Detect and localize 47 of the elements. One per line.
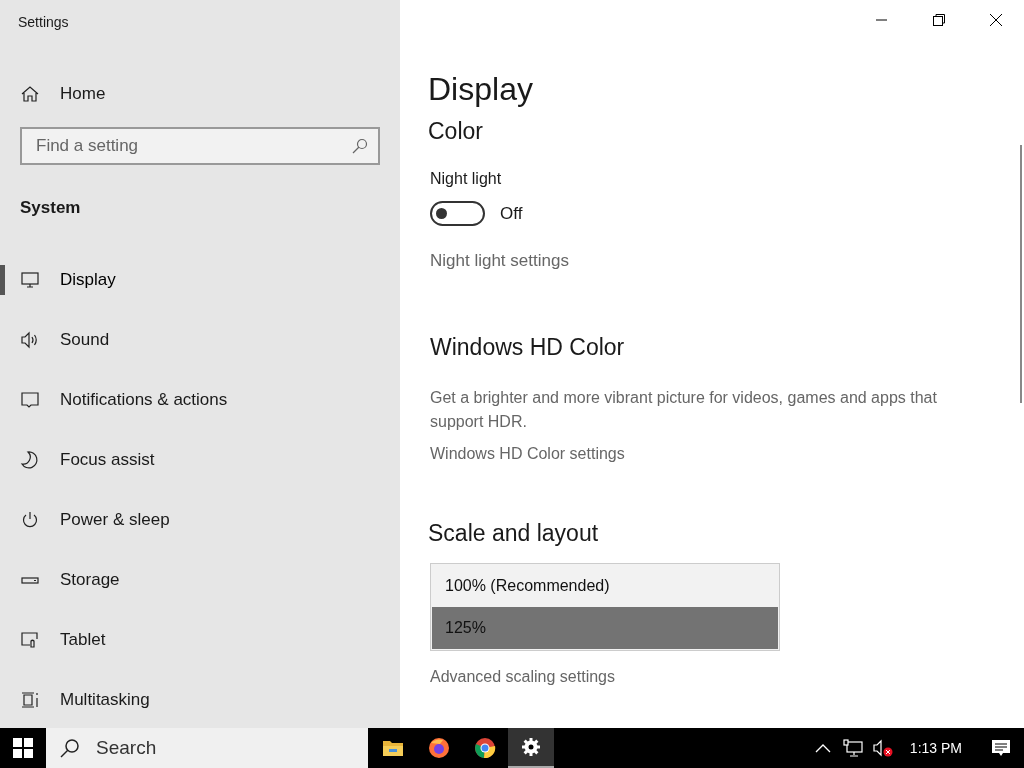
scrollbar[interactable] — [1020, 145, 1022, 403]
sidebar-item[interactable]: Notifications & actions — [20, 387, 228, 413]
restore-icon — [932, 14, 945, 26]
message-icon — [991, 738, 1011, 758]
dropdown-option[interactable]: 100% (Recommended) — [432, 564, 778, 607]
window-title: Settings — [18, 13, 69, 32]
browser-icon — [428, 737, 450, 759]
search-icon — [60, 738, 80, 758]
windows-logo-icon — [13, 738, 33, 758]
minimize-icon — [876, 19, 887, 21]
sidebar-item[interactable]: Sound — [20, 327, 110, 353]
search-field[interactable]: Find a setting — [20, 126, 380, 165]
dropdown-option[interactable]: 125% — [432, 606, 778, 649]
section-heading: Scale and layout — [428, 519, 599, 548]
section-heading: Color — [428, 117, 483, 146]
setting-label: Night light — [430, 168, 502, 189]
section-heading: Windows HD Color — [430, 332, 625, 362]
power-icon — [20, 510, 40, 530]
settings-link[interactable]: Advanced scaling settings — [430, 664, 615, 689]
gear-icon — [521, 737, 541, 757]
sidebar-item[interactable]: Power & sleep — [20, 507, 170, 533]
description: Get a brighter and more vibrant picture for videos, games and apps that support HDR. — [430, 388, 938, 432]
sidebar-item[interactable]: Tablet — [20, 627, 106, 653]
clock[interactable]: 1:13 PM — [897, 737, 974, 759]
settings-link[interactable]: Windows HD Color settings — [430, 442, 625, 466]
moon-icon — [20, 450, 40, 470]
sidebar-item[interactable]: Focus assist — [20, 447, 155, 473]
browser-icon — [474, 737, 496, 759]
taskbar-search[interactable]: Search — [46, 728, 368, 768]
sidebar-item[interactable]: Display — [20, 267, 116, 293]
toggle-switch[interactable] — [430, 200, 485, 226]
speaker-icon — [20, 330, 40, 350]
close-icon — [989, 14, 1002, 26]
section-heading: System — [20, 196, 81, 219]
sidebar-item[interactable]: Multitasking — [20, 687, 150, 713]
search-icon — [352, 137, 368, 154]
monitor-icon — [20, 270, 40, 290]
sidebar-item[interactable]: Storage — [20, 567, 120, 593]
home-link[interactable]: Home — [20, 81, 106, 107]
toggle-state: Off — [500, 202, 523, 225]
tablet-icon — [20, 630, 40, 650]
message-icon — [20, 390, 40, 410]
settings-link[interactable]: Night light settings — [430, 248, 569, 274]
folder-icon — [383, 739, 403, 757]
page-title: Display — [428, 70, 533, 109]
taskbar-app[interactable] — [508, 728, 554, 768]
multitasking-icon — [20, 690, 40, 710]
